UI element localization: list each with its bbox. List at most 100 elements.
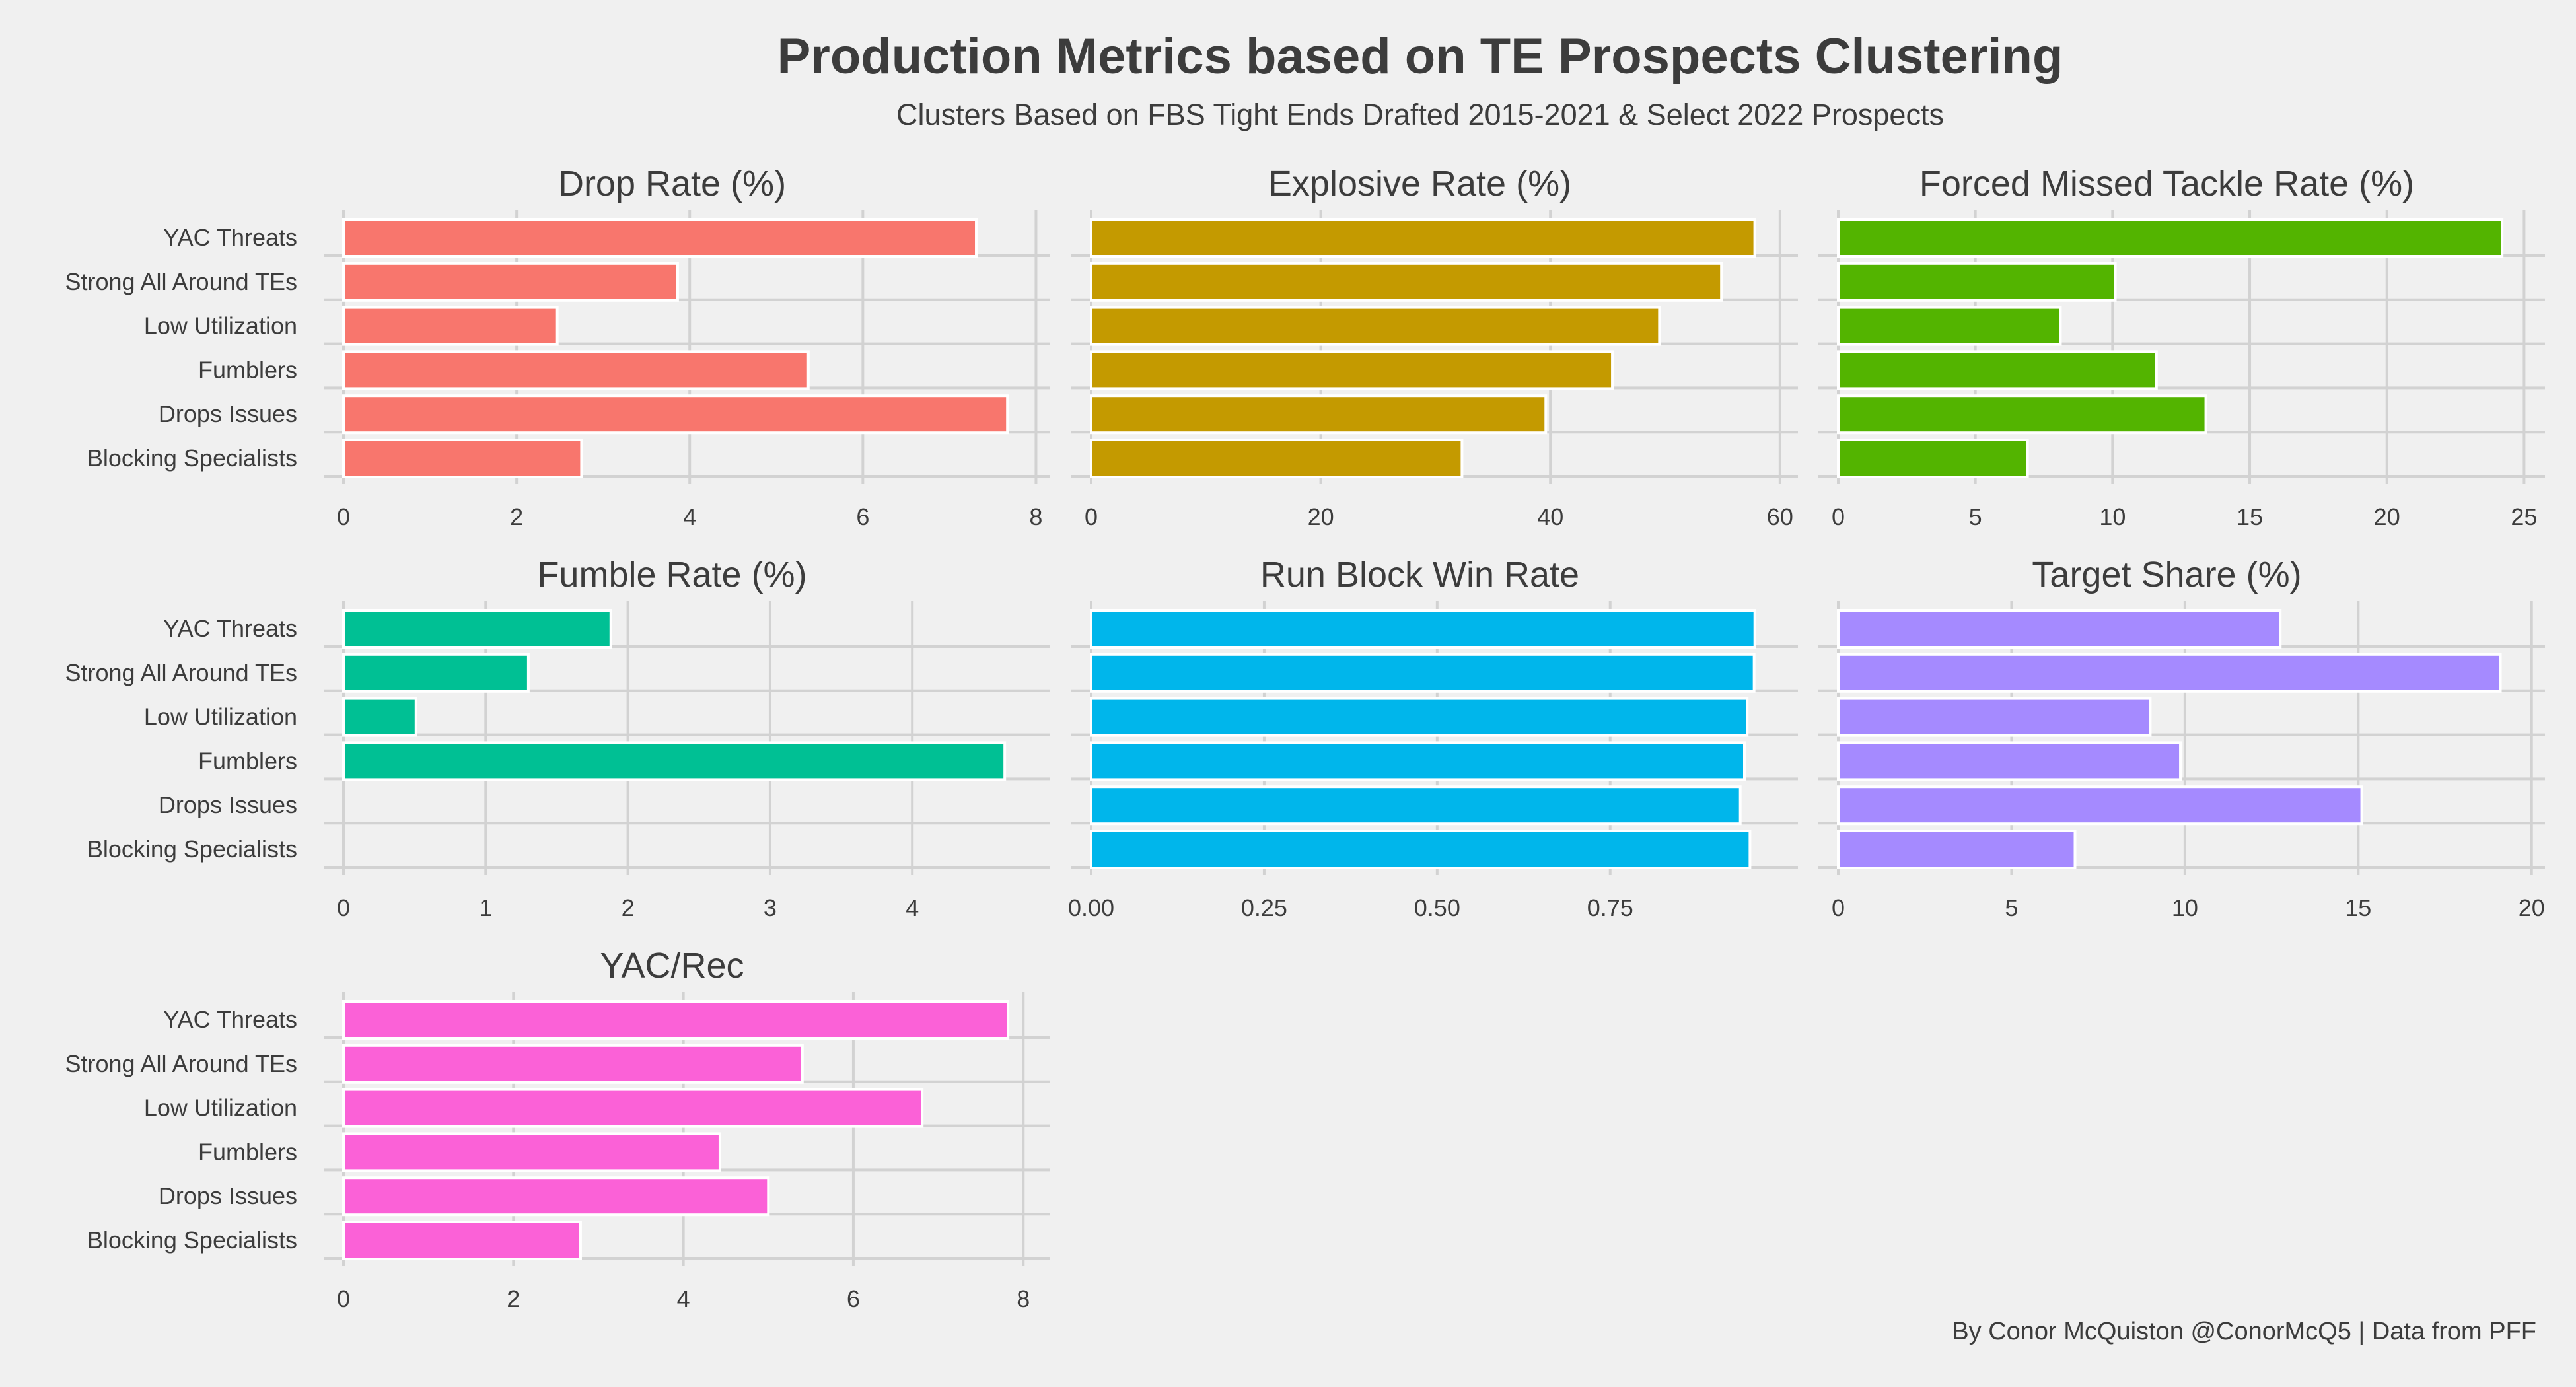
x-tick-label: 5 bbox=[2005, 894, 2018, 921]
bar-drops-issues bbox=[342, 394, 1009, 435]
category-label: Strong All Around TEs bbox=[65, 659, 297, 686]
x-tick-label: 2 bbox=[510, 503, 523, 530]
bar-yac-threats bbox=[1837, 218, 2504, 258]
category-label: Fumblers bbox=[198, 747, 297, 774]
bar-yac-threats bbox=[1090, 609, 1756, 649]
bar-strong-all-around-tes bbox=[1837, 262, 2117, 302]
category-label: Low Utilization bbox=[144, 1094, 297, 1121]
bar-strong-all-around-tes bbox=[342, 1044, 804, 1084]
x-tick-label: 4 bbox=[906, 894, 919, 921]
x-tick-label: 0 bbox=[337, 894, 350, 921]
panel-title: Target Share (%) bbox=[2032, 555, 2301, 594]
x-tick-label: 20 bbox=[1308, 503, 1334, 530]
chart-caption: By Conor McQuiston @ConorMcQ5 | Data fro… bbox=[1952, 1318, 2536, 1345]
bar-blocking-specialists bbox=[342, 1221, 582, 1260]
x-tick-label: 8 bbox=[1029, 503, 1042, 530]
bar-yac-threats bbox=[1837, 609, 2282, 649]
x-tick-label: 2 bbox=[507, 1285, 520, 1312]
bar-strong-all-around-tes bbox=[1837, 653, 2502, 693]
x-tick-label: 0.25 bbox=[1241, 894, 1287, 921]
panel-title: Forced Missed Tackle Rate (%) bbox=[1919, 164, 2414, 203]
chart-root: Production Metrics based on TE Prospects… bbox=[0, 0, 2576, 1387]
category-label: Blocking Specialists bbox=[87, 445, 297, 472]
panel-title: Run Block Win Rate bbox=[1260, 555, 1579, 594]
x-tick-label: 60 bbox=[1767, 503, 1793, 530]
x-tick-label: 0.00 bbox=[1068, 894, 1114, 921]
bar-drops-issues bbox=[1837, 785, 2363, 826]
x-tick-label: 2 bbox=[622, 894, 635, 921]
x-tick-label: 25 bbox=[2511, 503, 2537, 530]
x-tick-label: 4 bbox=[683, 503, 696, 530]
category-label: Strong All Around TEs bbox=[65, 1050, 297, 1077]
panel-drop-rate: Drop Rate (%) YAC Threats Strong All Aroun… bbox=[65, 164, 1050, 530]
bar-drops-issues bbox=[342, 1176, 770, 1217]
bar-drops-issues bbox=[1837, 394, 2207, 435]
bar-fumblers bbox=[1837, 741, 2182, 781]
bar-blocking-specialists bbox=[342, 439, 583, 478]
category-label: YAC Threats bbox=[163, 615, 297, 642]
bar-yac-threats bbox=[342, 218, 978, 258]
bar-strong-all-around-tes bbox=[1090, 653, 1756, 693]
x-tick-label: 20 bbox=[2519, 894, 2545, 921]
category-label: Low Utilization bbox=[144, 312, 297, 339]
x-tick-label: 4 bbox=[677, 1285, 690, 1312]
x-tick-label: 5 bbox=[1969, 503, 1982, 530]
category-label: Blocking Specialists bbox=[87, 1227, 297, 1254]
x-tick-label: 20 bbox=[2374, 503, 2400, 530]
bar-strong-all-around-tes bbox=[342, 653, 530, 693]
bar-low-utilization bbox=[342, 697, 417, 737]
bar-low-utilization bbox=[1837, 306, 2062, 346]
bar-low-utilization bbox=[1090, 697, 1749, 737]
x-tick-label: 6 bbox=[856, 503, 869, 530]
panel-forced-missed-tackle-rate: Forced Missed Tackle Rate (%) 0 5 10 15 20 25 bbox=[1818, 164, 2545, 530]
bar-low-utilization bbox=[1837, 697, 2152, 737]
panel-title: Explosive Rate (%) bbox=[1268, 164, 1571, 203]
category-label: Fumblers bbox=[198, 356, 297, 383]
bar-yac-threats bbox=[1090, 218, 1756, 258]
bar-fumblers bbox=[342, 350, 810, 390]
panel-explosive-rate: Explosive Rate (%) 0 20 40 60 bbox=[1071, 164, 1798, 530]
category-label: Low Utilization bbox=[144, 703, 297, 730]
bar-fumblers bbox=[1837, 350, 2158, 390]
x-tick-label: 3 bbox=[764, 894, 777, 921]
x-tick-label: 6 bbox=[847, 1285, 860, 1312]
x-tick-label: 1 bbox=[479, 894, 492, 921]
category-label: Drops Issues bbox=[159, 1182, 297, 1209]
bar-drops-issues bbox=[1090, 394, 1548, 435]
category-label: Drops Issues bbox=[159, 791, 297, 818]
x-tick-label: 10 bbox=[2099, 503, 2126, 530]
panel-title: YAC/Rec bbox=[600, 946, 744, 985]
x-tick-label: 15 bbox=[2345, 894, 2371, 921]
facet-panels: Drop Rate (%) YAC Threats Strong All Aroun… bbox=[65, 164, 2545, 1312]
bar-low-utilization bbox=[342, 1088, 924, 1128]
bar-fumblers bbox=[342, 741, 1007, 781]
x-tick-label: 40 bbox=[1537, 503, 1563, 530]
bar-yac-threats bbox=[342, 609, 612, 649]
bar-low-utilization bbox=[1090, 306, 1661, 346]
bar-strong-all-around-tes bbox=[342, 262, 679, 302]
category-label: YAC Threats bbox=[163, 224, 297, 251]
panel-fumble-rate: Fumble Rate (%) YAC Threats Strong All Aro… bbox=[65, 555, 1050, 921]
x-tick-label: 15 bbox=[2236, 503, 2263, 530]
bar-fumblers bbox=[1090, 350, 1614, 390]
x-tick-label: 0 bbox=[1085, 503, 1098, 530]
panel-run-block-win-rate: Run Block Win Rate 0.00 0.25 0.50 0.75 bbox=[1068, 555, 1798, 921]
category-label: Blocking Specialists bbox=[87, 836, 297, 863]
panel-target-share: Target Share (%) 0 5 10 15 20 bbox=[1818, 555, 2545, 921]
x-tick-label: 0 bbox=[337, 1285, 350, 1312]
x-tick-label: 0.50 bbox=[1414, 894, 1460, 921]
bar-strong-all-around-tes bbox=[1090, 262, 1723, 302]
x-tick-label: 0 bbox=[337, 503, 350, 530]
x-tick-label: 10 bbox=[2172, 894, 2198, 921]
x-tick-label: 8 bbox=[1017, 1285, 1030, 1312]
bar-blocking-specialists bbox=[1837, 439, 2029, 478]
bar-fumblers bbox=[1090, 741, 1746, 781]
category-label: YAC Threats bbox=[163, 1006, 297, 1033]
panel-yac-rec: YAC/Rec YAC Threats Strong All Around TEs L… bbox=[65, 946, 1050, 1312]
bar-yac-threats bbox=[342, 1000, 1010, 1040]
x-tick-label: 0 bbox=[1832, 503, 1845, 530]
category-label: Fumblers bbox=[198, 1138, 297, 1165]
panel-title: Drop Rate (%) bbox=[558, 164, 786, 203]
x-tick-label: 0 bbox=[1832, 894, 1845, 921]
panel-title: Fumble Rate (%) bbox=[537, 555, 806, 594]
